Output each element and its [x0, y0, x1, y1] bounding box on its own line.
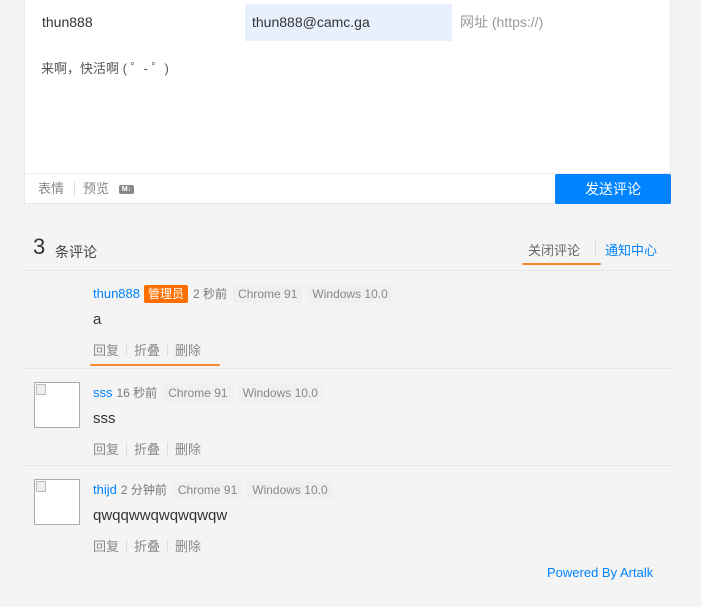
comment-meta: thijd 2 分钟前 Chrome 91 Windows 10.0	[93, 480, 338, 499]
comment-textarea[interactable]: 来啊，快活啊 ( ゜- ゜)	[41, 58, 169, 77]
browser-tag: Chrome 91	[233, 284, 303, 303]
annotation-underline	[522, 263, 601, 265]
delete-button[interactable]: 删除	[175, 340, 201, 359]
comment-count: 3	[33, 234, 46, 259]
reply-button[interactable]: 回复	[93, 439, 119, 458]
comment-item: thijd 2 分钟前 Chrome 91 Windows 10.0 qwqqwwqw…	[24, 465, 671, 562]
website-input[interactable]: 网址 (https://)	[453, 4, 663, 41]
reply-button[interactable]: 回复	[93, 340, 119, 359]
toolbar-divider	[74, 182, 75, 196]
comment-content: a	[93, 311, 102, 328]
comment-actions: 回复 折叠 删除	[93, 536, 201, 555]
header-divider	[595, 240, 596, 256]
collapse-button[interactable]: 折叠	[134, 536, 160, 555]
comment-item: sss 16 秒前 Chrome 91 Windows 10.0 sss 回复 折叠 删除	[24, 368, 671, 465]
delete-button[interactable]: 删除	[175, 439, 201, 458]
nickname-input[interactable]: thun888	[35, 4, 245, 41]
action-divider	[167, 442, 169, 455]
comment-nick[interactable]: thijd	[93, 481, 117, 499]
comment-time: 2 秒前	[193, 286, 228, 301]
comment-count-label: 条评论	[55, 244, 97, 260]
os-tag: Windows 10.0	[247, 480, 333, 499]
os-tag: Windows 10.0	[307, 284, 393, 303]
notification-center-link[interactable]: 通知中心	[605, 240, 657, 259]
comment-item: thun888 管理员 2 秒前 Chrome 91 Windows 10.0 a 回复…	[24, 270, 671, 367]
comment-actions: 回复 折叠 删除	[93, 340, 201, 359]
broken-image-icon	[36, 481, 46, 492]
os-tag: Windows 10.0	[237, 383, 323, 402]
markdown-icon[interactable]: M↓	[119, 185, 134, 194]
close-comment-button[interactable]: 关闭评论	[528, 240, 580, 259]
delete-button[interactable]: 删除	[175, 536, 201, 555]
comment-content: sss	[93, 410, 116, 427]
browser-tag: Chrome 91	[172, 480, 243, 499]
comment-time: 16 秒前	[116, 385, 158, 400]
comment-nick[interactable]: sss	[93, 384, 113, 402]
collapse-button[interactable]: 折叠	[134, 439, 160, 458]
send-comment-button[interactable]: 发送评论	[555, 174, 671, 204]
action-divider	[167, 343, 169, 356]
action-divider	[126, 539, 128, 552]
editor-toolbar: 表情 预览 M↓ 发送评论	[25, 173, 671, 205]
avatar	[34, 479, 80, 525]
action-divider	[126, 442, 128, 455]
editor-header: thun888 thun888@camc.ga 网址 (https://)	[25, 4, 670, 41]
comment-meta: thun888 管理员 2 秒前 Chrome 91 Windows 10.0	[93, 284, 398, 303]
preview-button[interactable]: 预览	[83, 174, 109, 204]
emoji-button[interactable]: 表情	[38, 174, 64, 204]
comment-editor: thun888 thun888@camc.ga 网址 (https://) 来啊…	[24, 0, 671, 204]
comment-actions: 回复 折叠 删除	[93, 439, 201, 458]
collapse-button[interactable]: 折叠	[134, 340, 160, 359]
reply-button[interactable]: 回复	[93, 536, 119, 555]
powered-by-link[interactable]: Powered By Artalk	[547, 565, 653, 580]
broken-image-icon	[36, 384, 46, 395]
comment-content: qwqqwwqwqwqwqw	[93, 507, 228, 524]
avatar	[34, 382, 80, 428]
action-divider	[167, 539, 169, 552]
comment-meta: sss 16 秒前 Chrome 91 Windows 10.0	[93, 383, 328, 402]
browser-tag: Chrome 91	[163, 383, 233, 402]
comment-time: 2 分钟前	[120, 482, 167, 497]
annotation-underline	[90, 364, 220, 366]
action-divider	[126, 343, 128, 356]
email-input[interactable]: thun888@camc.ga	[245, 4, 452, 41]
admin-badge: 管理员	[144, 284, 189, 303]
comment-nick[interactable]: thun888	[93, 285, 140, 303]
